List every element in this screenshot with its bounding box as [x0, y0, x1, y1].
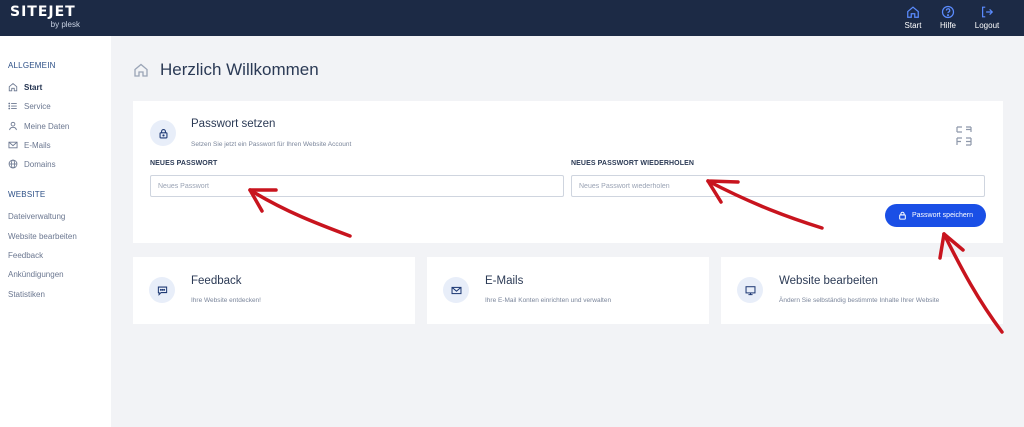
monitor-icon [745, 285, 755, 295]
repeat-password-label: NEUES PASSWORT WIEDERHOLEN [571, 160, 695, 167]
sidebar-item-label: Start [24, 82, 43, 92]
sidebar-section-allgemein: ALLGEMEIN [8, 61, 56, 70]
feedback-card-title: Feedback [191, 275, 242, 287]
home-icon [8, 82, 18, 92]
sidebar-item-emails[interactable]: E-Mails [8, 139, 51, 151]
repeat-password-input[interactable] [571, 175, 985, 197]
save-password-button[interactable]: Passwort speichern [885, 204, 986, 227]
feedback-card-subtitle: Ihre Website entdecken! [191, 297, 261, 304]
chat-icon [157, 286, 167, 296]
sidebar: ALLGEMEIN Start Service Meine Daten E-Ma… [0, 36, 111, 427]
sidebar-link-statistiken[interactable]: Statistiken [8, 290, 45, 299]
list-icon [8, 102, 17, 110]
logout-icon [982, 6, 994, 18]
sidebar-section-website: WEBSITE [8, 190, 46, 199]
mail-icon [8, 141, 18, 149]
top-nav-help-label: Hilfe [939, 21, 956, 30]
sidebar-item-label: E-Mails [24, 140, 51, 150]
page-title: Herzlich Willkommen [160, 60, 319, 79]
user-icon [9, 121, 17, 131]
emails-card-title: E-Mails [485, 275, 524, 287]
brand-logo[interactable]: SITEJET by plesk [10, 5, 90, 30]
sidebar-item-meine-daten[interactable]: Meine Daten [8, 120, 69, 132]
sidebar-link-feedback[interactable]: Feedback [8, 251, 43, 260]
top-nav-logout[interactable]: Logout [967, 5, 1007, 30]
lock-icon [159, 128, 167, 139]
new-password-input[interactable] [150, 175, 564, 197]
website-edit-card-title: Website bearbeiten [779, 275, 878, 287]
feedback-card[interactable]: Feedback Ihre Website entdecken! [133, 257, 415, 324]
emails-card[interactable]: E-Mails Ihre E-Mail Konten einrichten un… [427, 257, 709, 324]
sidebar-item-domains[interactable]: Domains [8, 158, 56, 170]
website-edit-card-subtitle: Ändern Sie selbständig bestimmte Inhalte… [779, 297, 940, 304]
password-card-subtitle: Setzen Sie jetzt ein Passwort für Ihren … [191, 141, 352, 148]
top-nav-logout-label: Logout [974, 21, 1000, 30]
sidebar-item-label: Domains [24, 159, 56, 169]
top-bar: SITEJET by plesk Start Hilfe Logout [0, 0, 1024, 36]
top-nav-start-label: Start [904, 21, 922, 30]
lock-icon-badge [150, 120, 176, 146]
globe-icon [8, 159, 18, 169]
brand-name: SITEJET [10, 4, 76, 20]
new-password-label: NEUES PASSWORT [150, 160, 218, 167]
chat-icon-badge [149, 277, 175, 303]
lock-icon [899, 211, 906, 220]
sidebar-item-label: Service [24, 101, 51, 111]
sidebar-link-dateiverwaltung[interactable]: Dateiverwaltung [8, 212, 65, 221]
password-card-title: Passwort setzen [191, 118, 276, 130]
mail-icon [451, 286, 461, 294]
brand-sub: by plesk [50, 20, 80, 29]
sidebar-link-ankuendigungen[interactable]: Ankündigungen [8, 270, 64, 279]
sidebar-item-label: Meine Daten [24, 121, 70, 131]
website-edit-card[interactable]: Website bearbeiten Ändern Sie selbständi… [721, 257, 1003, 324]
top-nav-help[interactable]: Hilfe [928, 5, 968, 30]
home-icon [134, 63, 148, 77]
monitor-icon-badge [737, 277, 763, 303]
page-header: Herzlich Willkommen [133, 60, 319, 80]
sidebar-link-website-bearbeiten[interactable]: Website bearbeiten [8, 232, 77, 241]
sidebar-item-service[interactable]: Service [8, 100, 51, 112]
help-icon [941, 5, 955, 19]
mail-icon-badge [443, 277, 469, 303]
home-icon [907, 6, 919, 18]
top-nav-start[interactable]: Start [893, 5, 933, 30]
sidebar-item-start[interactable]: Start [8, 81, 42, 93]
plesk-logo-icon [956, 126, 972, 146]
save-password-label: Passwort speichern [911, 212, 974, 219]
emails-card-subtitle: Ihre E-Mail Konten einrichten und verwal… [485, 297, 612, 304]
